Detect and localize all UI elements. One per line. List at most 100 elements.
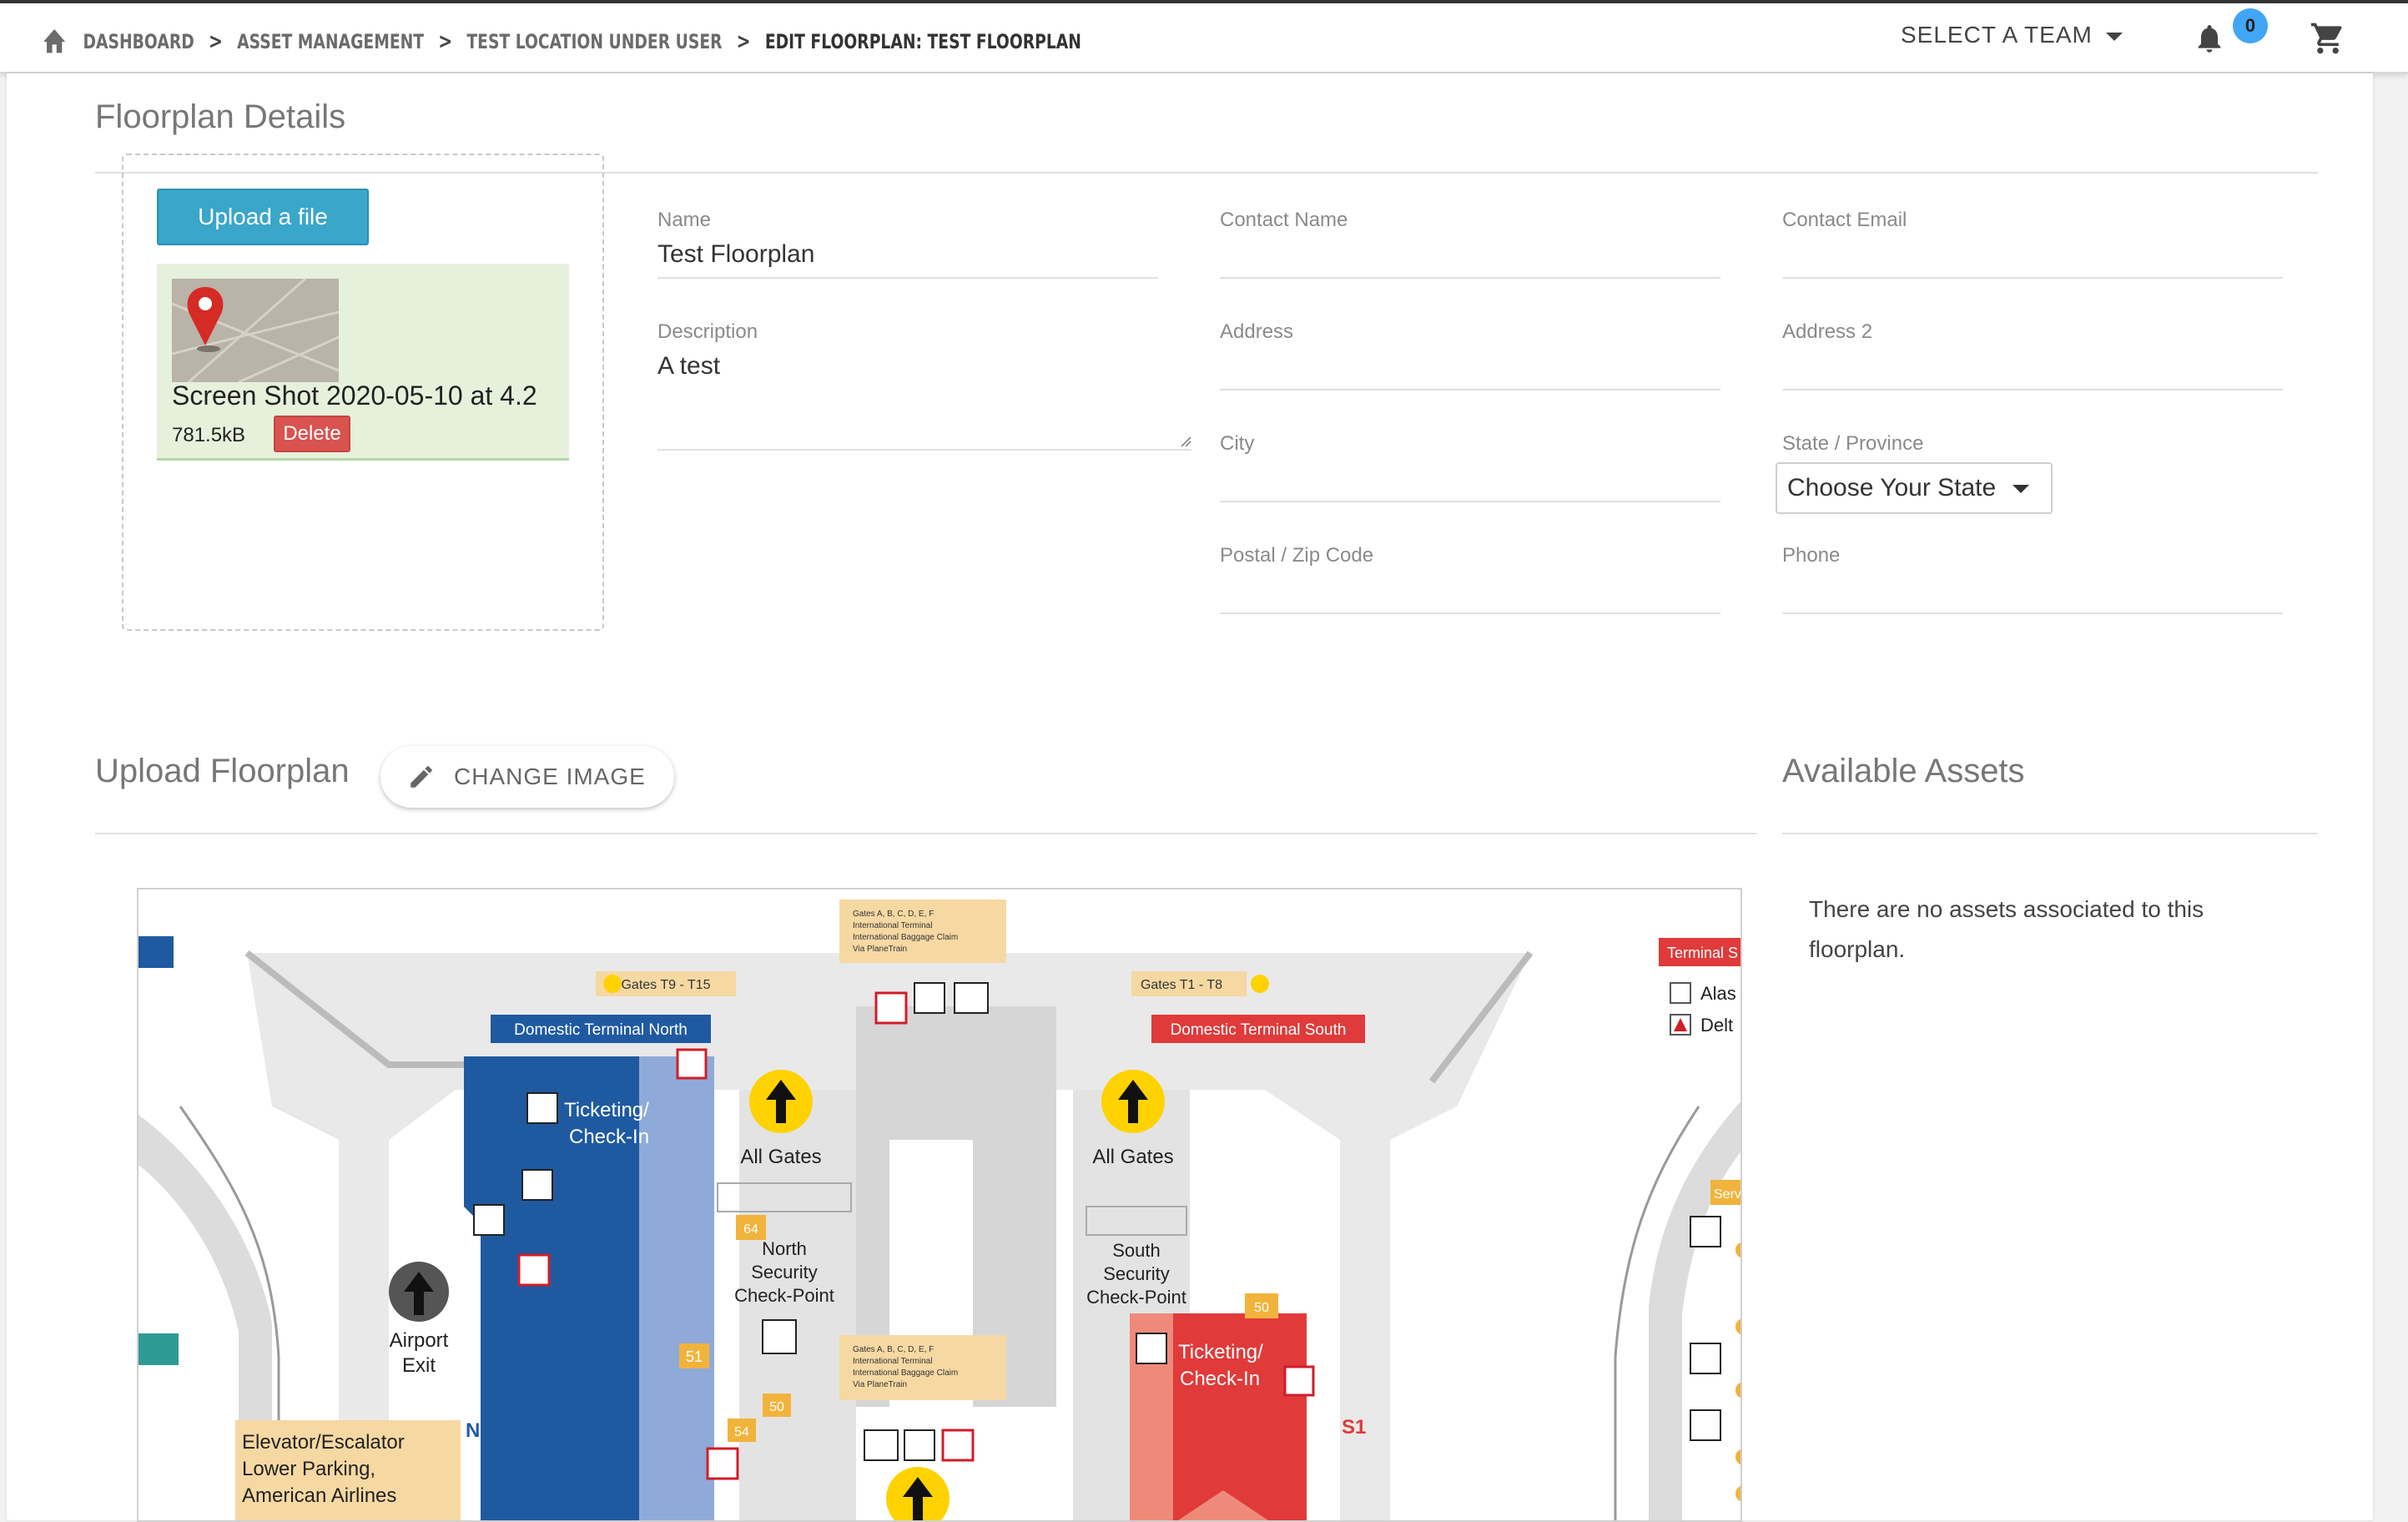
airport-exit-line1: Airport — [390, 1329, 449, 1352]
north-ticketing-label: Ticketing/ — [564, 1099, 649, 1121]
postal-field[interactable]: Postal / Zip Code — [1220, 544, 1720, 614]
south-terminal-banner: Domestic Terminal South — [1171, 1021, 1347, 1039]
state-label: State / Province — [1782, 432, 1924, 455]
upload-floorplan-title: Upload Floorplan — [95, 753, 350, 789]
contact-email-label: Contact Email — [1782, 209, 1907, 231]
south-ticketing-label: Ticketing/ — [1178, 1341, 1263, 1363]
field-underline — [1782, 277, 2283, 279]
breadcrumb-separator: > — [438, 29, 453, 54]
breadcrumb-dashboard[interactable]: Dashboard — [83, 30, 194, 53]
gate-number-51: 51 — [686, 1348, 703, 1365]
south-security-line2: Security — [1103, 1263, 1169, 1284]
breadcrumb-separator: > — [736, 29, 751, 54]
south-security-line3: Check-Point — [1086, 1287, 1186, 1308]
gates-mid-line2: International Terminal — [853, 1357, 932, 1366]
contact-name-field[interactable]: Contact Name — [1220, 209, 1720, 279]
uploaded-file-tile: Screen Shot 2020-05-10 at 4.2 781.5kB De… — [157, 264, 569, 461]
elevator-line3: American Airlines — [242, 1484, 396, 1507]
field-underline — [657, 449, 1191, 451]
south-security-line1: South — [1112, 1240, 1161, 1261]
divider — [95, 833, 1757, 834]
north-terminal-banner: Domestic Terminal North — [514, 1021, 688, 1039]
name-input[interactable]: Test Floorplan — [657, 240, 1158, 272]
floorplan-details-title: Floorplan Details — [95, 98, 346, 135]
phone-field[interactable]: Phone — [1782, 544, 2283, 614]
file-name: Screen Shot 2020-05-10 at 4.2 — [172, 380, 537, 411]
postal-input[interactable] — [1220, 576, 1720, 607]
address2-label: Address 2 — [1782, 320, 1873, 343]
cart-icon[interactable] — [2310, 20, 2346, 57]
address-field[interactable]: Address — [1220, 320, 1720, 391]
address-label: Address — [1220, 320, 1294, 343]
floorplan-image[interactable]: Domestic Terminal North Ticketing/ Check… — [137, 888, 1742, 1522]
gates-top-line4: Via PlaneTrain — [853, 945, 907, 954]
available-assets-title: Available Assets — [1782, 753, 2025, 789]
name-field[interactable]: Name Test Floorplan — [657, 209, 1158, 279]
north-checkin-label: Check-In — [569, 1126, 649, 1148]
team-selector[interactable]: SELECT A TEAM — [1901, 22, 2123, 48]
delete-file-button[interactable]: Delete — [274, 416, 350, 452]
phone-label: Phone — [1782, 544, 1841, 567]
breadcrumb-asset-management[interactable]: Asset Management — [237, 30, 424, 53]
n6-label: N6 — [466, 1419, 491, 1442]
change-image-label: CHANGE IMAGE — [454, 764, 646, 789]
legend-airline-2: Delt — [1700, 1015, 1733, 1036]
field-underline — [1782, 612, 2283, 614]
gates-top-line2: International Terminal — [853, 921, 932, 930]
file-size: 781.5kB — [172, 424, 246, 446]
gates-mid-line1: Gates A, B, C, D, E, F — [853, 1345, 934, 1354]
phone-input[interactable] — [1782, 576, 2283, 607]
gate-number-50-north: 50 — [769, 1400, 784, 1414]
state-select-value: Choose Your State — [1787, 474, 1997, 501]
description-label: Description — [657, 320, 758, 343]
gates-top-line3: International Baggage Claim — [853, 933, 958, 942]
breadcrumb: Dashboard > Asset Management > Test Loca… — [40, 25, 1081, 58]
north-security-line1: North — [762, 1238, 807, 1259]
home-icon[interactable] — [40, 25, 68, 58]
city-input[interactable] — [1220, 464, 1720, 496]
gate-number-54: 54 — [734, 1425, 749, 1439]
state-select[interactable]: Choose Your State — [1776, 462, 2053, 514]
contact-name-label: Contact Name — [1220, 209, 1348, 231]
north-security-line3: Check-Point — [734, 1285, 834, 1306]
north-security-line2: Security — [751, 1262, 817, 1283]
field-underline — [657, 277, 1158, 279]
gates-mid-line4: Via PlaneTrain — [853, 1380, 907, 1389]
notification-badge[interactable]: 0 — [2233, 8, 2268, 43]
gate-number-50-south: 50 — [1254, 1301, 1269, 1315]
caret-down-icon — [2013, 485, 2029, 493]
team-selector-label: SELECT A TEAM — [1901, 22, 2093, 48]
elevator-line1: Elevator/Escalator — [242, 1431, 405, 1454]
terminal-s-tag: Terminal S — [1667, 945, 1738, 961]
description-field[interactable]: Description A test — [657, 320, 1191, 451]
city-label: City — [1220, 432, 1255, 455]
change-image-button[interactable]: CHANGE IMAGE — [380, 746, 674, 808]
gate-number-64: 64 — [743, 1222, 758, 1237]
breadcrumb-location[interactable]: Test Location Under User — [466, 30, 722, 53]
address-input[interactable] — [1220, 352, 1720, 384]
description-textarea[interactable]: A test — [657, 352, 1191, 384]
all-gates-north-label: All Gates — [740, 1146, 821, 1168]
s1-label: S1 — [1342, 1416, 1366, 1439]
address2-field[interactable]: Address 2 — [1782, 320, 2283, 391]
address2-input[interactable] — [1782, 352, 2283, 384]
floorplan-map: Domestic Terminal North Ticketing/ Check… — [139, 900, 1741, 1520]
south-checkin-label: Check-In — [1180, 1368, 1260, 1390]
breadcrumb-current: Edit Floorplan: Test Floorplan — [764, 30, 1081, 53]
contact-email-input[interactable] — [1782, 240, 2283, 272]
field-underline — [1220, 501, 1720, 502]
resize-handle-icon[interactable] — [1180, 436, 1191, 447]
upload-file-button[interactable]: Upload a file — [157, 189, 369, 245]
pencil-icon — [411, 766, 432, 788]
all-gates-south-label: All Gates — [1092, 1146, 1173, 1168]
gates-mid-line3: International Baggage Claim — [853, 1368, 958, 1378]
legend-airline-1: Alas — [1700, 983, 1736, 1004]
file-thumbnail — [172, 279, 339, 382]
field-underline — [1220, 612, 1720, 614]
postal-label: Postal / Zip Code — [1220, 544, 1374, 567]
bell-icon[interactable] — [2193, 20, 2226, 57]
caret-down-icon — [2105, 33, 2123, 41]
contact-email-field[interactable]: Contact Email — [1782, 209, 2283, 279]
contact-name-input[interactable] — [1220, 240, 1720, 272]
city-field[interactable]: City — [1220, 432, 1720, 502]
